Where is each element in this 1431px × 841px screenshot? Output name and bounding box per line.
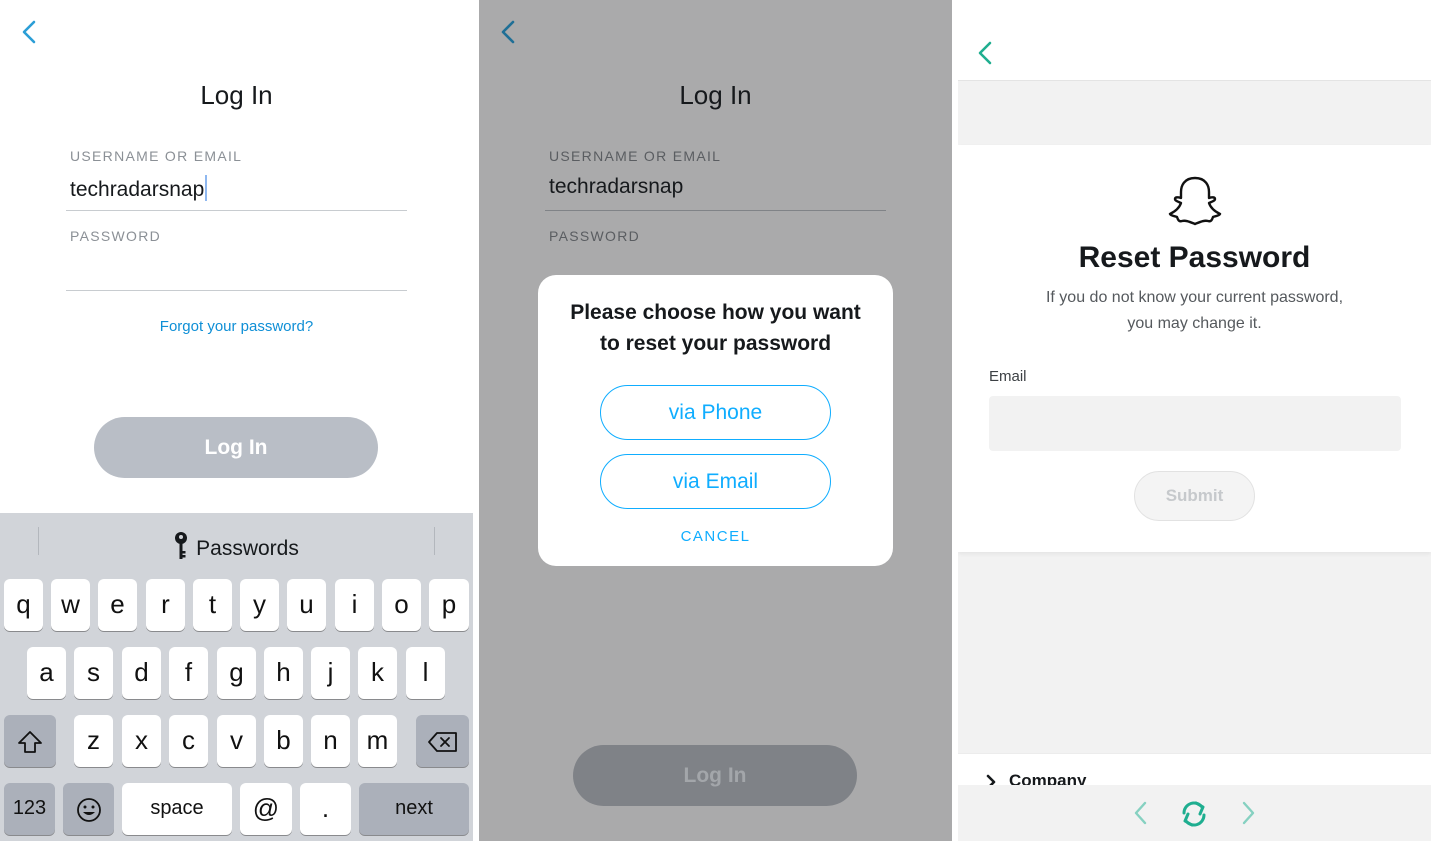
key-d[interactable]: d: [122, 647, 161, 699]
subtitle: If you do not know your current password…: [958, 285, 1431, 337]
cancel-button[interactable]: CANCEL: [538, 528, 893, 545]
username-value: techradarsnap: [549, 175, 684, 198]
key-u[interactable]: u: [287, 579, 326, 631]
shift-icon: [18, 731, 42, 753]
browser-back-icon[interactable]: [1131, 799, 1151, 827]
key-e[interactable]: e: [98, 579, 137, 631]
key-r[interactable]: r: [146, 579, 185, 631]
password-label: PASSWORD: [70, 228, 162, 244]
browser-toolbar: [958, 785, 1431, 841]
key-j[interactable]: j: [311, 647, 350, 699]
key-l[interactable]: l: [406, 647, 445, 699]
via-email-button[interactable]: via Email: [600, 454, 831, 509]
login-screen: Log In USERNAME OR EMAIL techradarsnap P…: [0, 0, 473, 841]
passwords-suggestion[interactable]: Passwords: [0, 531, 473, 561]
key-w[interactable]: w: [51, 579, 90, 631]
key-n[interactable]: n: [311, 715, 350, 767]
next-key[interactable]: next: [359, 783, 469, 835]
numbers-key[interactable]: 123: [4, 783, 55, 835]
username-underline: [66, 210, 407, 211]
reset-password-card: Reset Password If you do not know your c…: [958, 145, 1431, 552]
key-m[interactable]: m: [358, 715, 397, 767]
key-s[interactable]: s: [74, 647, 113, 699]
dialog-title: Please choose how you want to reset your…: [570, 301, 861, 355]
reset-password-page: Reset Password If you do not know your c…: [958, 0, 1431, 841]
key-c[interactable]: c: [169, 715, 208, 767]
password-underline: [66, 290, 407, 291]
back-icon[interactable]: [497, 18, 521, 46]
page-title: Log In: [679, 80, 752, 110]
username-label: USERNAME OR EMAIL: [549, 148, 722, 164]
delete-key[interactable]: [416, 715, 469, 767]
page-title: Log In: [200, 80, 273, 110]
key-i[interactable]: i: [335, 579, 374, 631]
period-key[interactable]: .: [300, 783, 351, 835]
page-title: Reset Password: [1078, 241, 1311, 274]
username-input[interactable]: techradarsnap: [70, 175, 208, 202]
key-g[interactable]: g: [217, 647, 256, 699]
emoji-icon: [76, 798, 101, 822]
key-k[interactable]: k: [358, 647, 397, 699]
key-a[interactable]: a: [27, 647, 66, 699]
subtitle-line-2: you may change it.: [1127, 315, 1262, 332]
login-button[interactable]: Log In: [94, 417, 378, 478]
login-button[interactable]: Log In: [573, 745, 857, 806]
subtitle-line-1: If you do not know your current password…: [1045, 289, 1344, 306]
delete-icon: [427, 732, 457, 752]
company-section[interactable]: Company: [1009, 771, 1086, 786]
text-caret: [205, 175, 208, 201]
key-b[interactable]: b: [264, 715, 303, 767]
emoji-key[interactable]: [63, 783, 114, 835]
ghost-logo-icon: [1168, 176, 1222, 226]
reset-method-dialog: Please choose how you want to reset your…: [538, 275, 893, 566]
key-z[interactable]: z: [74, 715, 113, 767]
key-x[interactable]: x: [122, 715, 161, 767]
email-label: Email: [989, 368, 1027, 385]
key-y[interactable]: y: [240, 579, 279, 631]
top-bar: [958, 0, 1431, 81]
back-icon[interactable]: [18, 18, 42, 46]
space-key[interactable]: space: [122, 783, 232, 835]
footer: Company: [958, 753, 1431, 786]
key-v[interactable]: v: [217, 715, 256, 767]
email-input[interactable]: [989, 396, 1401, 451]
key-f[interactable]: f: [169, 647, 208, 699]
key-h[interactable]: h: [264, 647, 303, 699]
key-o[interactable]: o: [382, 579, 421, 631]
username-value: techradarsnap: [70, 178, 205, 201]
forgot-password-link[interactable]: Forgot your password?: [0, 318, 473, 335]
key-q[interactable]: q: [4, 579, 43, 631]
browser-forward-icon[interactable]: [1238, 799, 1258, 827]
shift-key[interactable]: [4, 715, 56, 767]
password-input[interactable]: [66, 248, 407, 288]
at-key[interactable]: @: [240, 783, 292, 835]
back-icon[interactable]: [975, 39, 997, 67]
reset-dialog-screen: Log In USERNAME OR EMAIL techradarsnap P…: [479, 0, 952, 841]
passwords-label: Passwords: [196, 537, 299, 560]
username-underline: [545, 210, 886, 211]
submit-button[interactable]: Submit: [1134, 471, 1255, 521]
keyboard: Passwords q w e r t y u i o p a s d f g …: [0, 513, 473, 841]
via-phone-button[interactable]: via Phone: [600, 385, 831, 440]
key-p[interactable]: p: [429, 579, 469, 631]
key-t[interactable]: t: [193, 579, 232, 631]
key-icon: [175, 532, 188, 559]
password-label: PASSWORD: [549, 228, 641, 244]
username-label: USERNAME OR EMAIL: [70, 148, 243, 164]
refresh-icon[interactable]: [1179, 799, 1209, 829]
